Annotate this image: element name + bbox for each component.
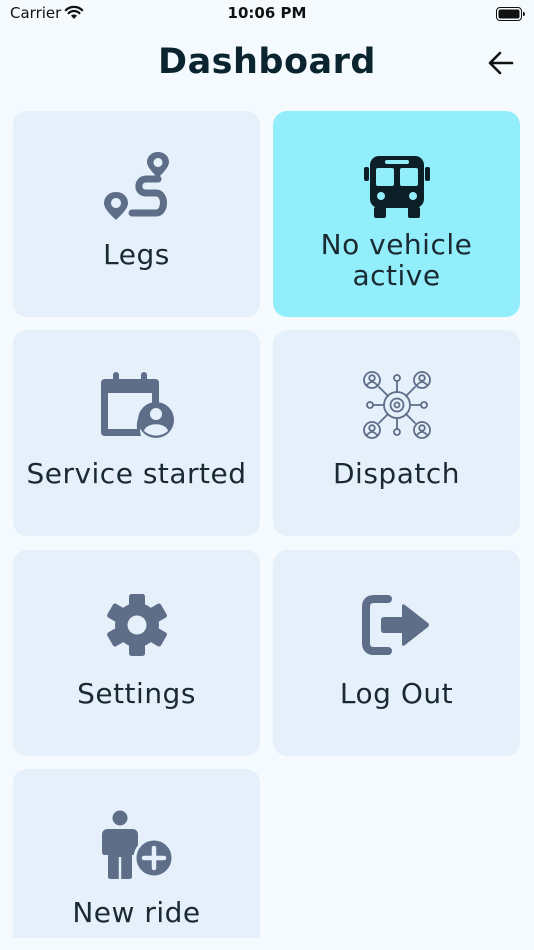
page-title: Dashboard [158, 42, 376, 82]
tile-legs[interactable]: Legs [13, 111, 260, 317]
tile-label: New ride [72, 896, 201, 929]
person-add-icon [98, 809, 176, 879]
tile-label: No vehicle active [320, 228, 473, 292]
tile-vehicle[interactable]: No vehicle active [273, 111, 520, 317]
tile-label: Settings [77, 677, 196, 710]
tile-label: Service started [26, 457, 247, 490]
tile-label: Dispatch [333, 457, 460, 490]
dispatch-network-icon [362, 370, 432, 440]
tile-settings[interactable]: Settings [13, 550, 260, 756]
dashboard-screen: Carrier 10:06 PM Dashboard Legs No vehic… [0, 0, 534, 950]
route-icon [102, 151, 172, 221]
calendar-user-icon [99, 370, 175, 440]
gear-icon [104, 590, 170, 660]
status-bar: Carrier 10:06 PM [0, 0, 534, 30]
arrow-left-icon [488, 51, 514, 75]
tile-label: Log Out [339, 677, 454, 710]
tile-dispatch[interactable]: Dispatch [273, 330, 520, 536]
status-time: 10:06 PM [227, 4, 307, 22]
back-button[interactable] [484, 46, 518, 80]
tile-log-out[interactable]: Log Out [273, 550, 520, 756]
header: Dashboard [0, 38, 534, 88]
tile-service-started[interactable]: Service started [13, 330, 260, 536]
tile-new-ride[interactable]: New ride [13, 769, 260, 938]
bus-icon [363, 151, 431, 221]
tile-label: Legs [103, 238, 170, 271]
logout-icon [361, 590, 432, 660]
battery-icon [496, 6, 526, 25]
